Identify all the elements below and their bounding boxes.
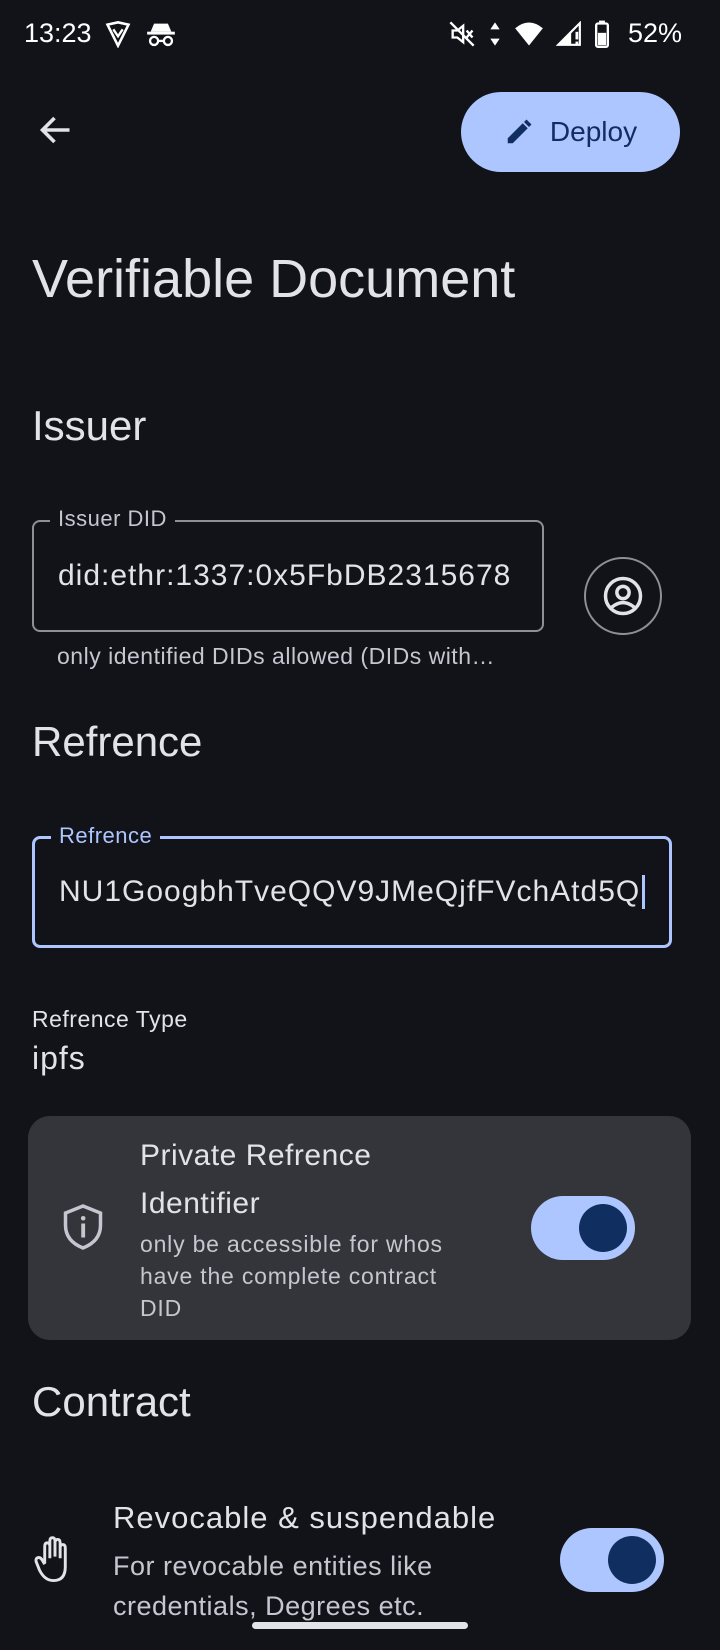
private-reference-text: Private Refrence Identifier only be acce…: [140, 1132, 480, 1324]
page-title: Verifiable Document: [32, 249, 516, 309]
edit-pencil-icon: [504, 117, 534, 147]
data-arrows-icon: [488, 20, 502, 48]
hand-stop-icon: [34, 1536, 76, 1584]
revocable-sub-1: For revocable entities like: [113, 1551, 433, 1581]
wifi-icon: [514, 21, 544, 47]
issuer-helper-text: only identified DIDs allowed (DIDs with…: [57, 643, 495, 669]
revocable-subtitle: For revocable entities like credentials,…: [113, 1546, 433, 1626]
private-reference-sub-2: have the complete contract: [140, 1263, 437, 1289]
reference-field[interactable]: Refrence NU1GoogbhTveQQV9JMeQjfFVchAtd5Q: [32, 823, 672, 948]
private-reference-sub-1: only be accessible for whos: [140, 1231, 443, 1257]
revocable-toggle[interactable]: [560, 1528, 664, 1592]
deploy-label: Deploy: [549, 116, 638, 147]
toggle-thumb: [579, 1204, 627, 1252]
text-cursor: [642, 875, 645, 909]
arrow-back-icon: [38, 112, 74, 148]
signal-icon: [556, 21, 582, 47]
status-icons-left: [104, 20, 176, 48]
status-icons-right: [448, 20, 610, 48]
reference-type-value: ipfs: [32, 1040, 86, 1076]
issuer-did-value: did:ethr:1337:0x5FbDB2315678: [58, 559, 512, 592]
issuer-section-title: Issuer: [32, 402, 147, 449]
toggle-thumb: [608, 1536, 656, 1584]
private-reference-title-2: Identifier: [140, 1187, 261, 1220]
revocable-sub-2: credentials, Degrees etc.: [113, 1591, 425, 1621]
issuer-did-field[interactable]: Issuer DID did:ethr:1337:0x5FbDB2315678: [32, 506, 544, 632]
status-time: 13:23: [24, 18, 92, 48]
battery-icon: [594, 20, 610, 48]
contract-section-title: Contract: [32, 1378, 191, 1425]
select-identity-button[interactable]: [584, 557, 662, 635]
reference-value: NU1GoogbhTveQQV9JMeQjfFVchAtd5Q: [59, 875, 641, 908]
home-indicator[interactable]: [252, 1622, 468, 1629]
private-reference-toggle[interactable]: [531, 1196, 635, 1260]
private-reference-card[interactable]: Private Refrence Identifier only be acce…: [28, 1116, 691, 1340]
deploy-button[interactable]: Deploy: [461, 92, 680, 172]
incognito-icon: [146, 20, 176, 48]
private-reference-title-1: Private Refrence: [140, 1139, 372, 1172]
vpn-shield-icon: [104, 20, 132, 48]
privacy-shield-info-icon: [62, 1204, 104, 1250]
account-circle-icon: [602, 575, 644, 617]
private-reference-sub-3: DID: [140, 1295, 183, 1321]
reference-type-label: Refrence Type: [32, 1006, 188, 1032]
reference-section-title: Refrence: [32, 718, 203, 765]
mute-icon: [448, 20, 476, 48]
revocable-title: Revocable & suspendable: [113, 1500, 497, 1535]
back-button[interactable]: [30, 104, 82, 156]
battery-percent: 52%: [627, 18, 682, 48]
reference-value-wrapper: NU1GoogbhTveQQV9JMeQjfFVchAtd5Q: [59, 839, 645, 945]
